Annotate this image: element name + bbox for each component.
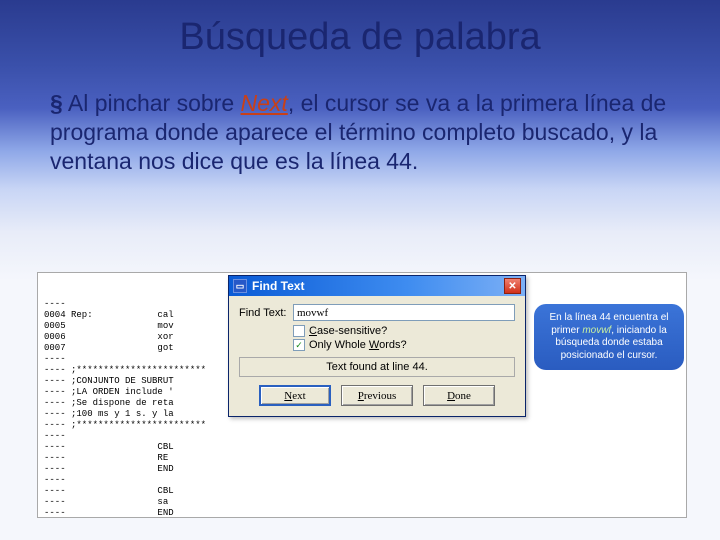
find-status: Text found at line 44.: [239, 357, 515, 377]
callout-line3: búsqueda donde estaba: [544, 337, 674, 350]
find-text-input[interactable]: [293, 304, 515, 321]
case-sensitive-checkbox[interactable]: [293, 325, 305, 337]
bullet-next: Next: [241, 90, 288, 116]
callout-line2: primer movwf, iniciando la: [544, 325, 674, 338]
callout-line1: En la línea 44 encuentra el: [544, 312, 674, 325]
dialog-titlebar[interactable]: ▭ Find Text ✕: [229, 276, 525, 296]
callout-bubble: En la línea 44 encuentra el primer movwf…: [534, 304, 684, 370]
find-label: Find Text:: [239, 307, 293, 319]
case-sensitive-label: Case-sensitive?: [309, 325, 387, 337]
callout-line4: posicionado el cursor.: [544, 350, 674, 363]
previous-button[interactable]: Previous: [341, 385, 413, 406]
bullet-pre: Al pinchar sobre: [68, 90, 241, 116]
dialog-title-text: Find Text: [252, 279, 304, 293]
whole-words-checkbox[interactable]: ✓: [293, 339, 305, 351]
close-icon[interactable]: ✕: [504, 278, 521, 294]
dialog-body: Find Text: Case-sensitive? ✓ Only Whole …: [229, 296, 525, 416]
whole-words-label: Only Whole Words?: [309, 339, 407, 351]
done-button[interactable]: Done: [423, 385, 495, 406]
find-text-dialog: ▭ Find Text ✕ Find Text: Case-sensitive?…: [228, 275, 526, 417]
page-title: Búsqueda de palabra: [0, 0, 720, 59]
app-icon: ▭: [233, 279, 247, 293]
next-button[interactable]: Next: [259, 385, 331, 406]
bullet-marker: §: [50, 90, 63, 116]
bullet-paragraph: § Al pinchar sobre Next, el cursor se va…: [0, 59, 720, 185]
